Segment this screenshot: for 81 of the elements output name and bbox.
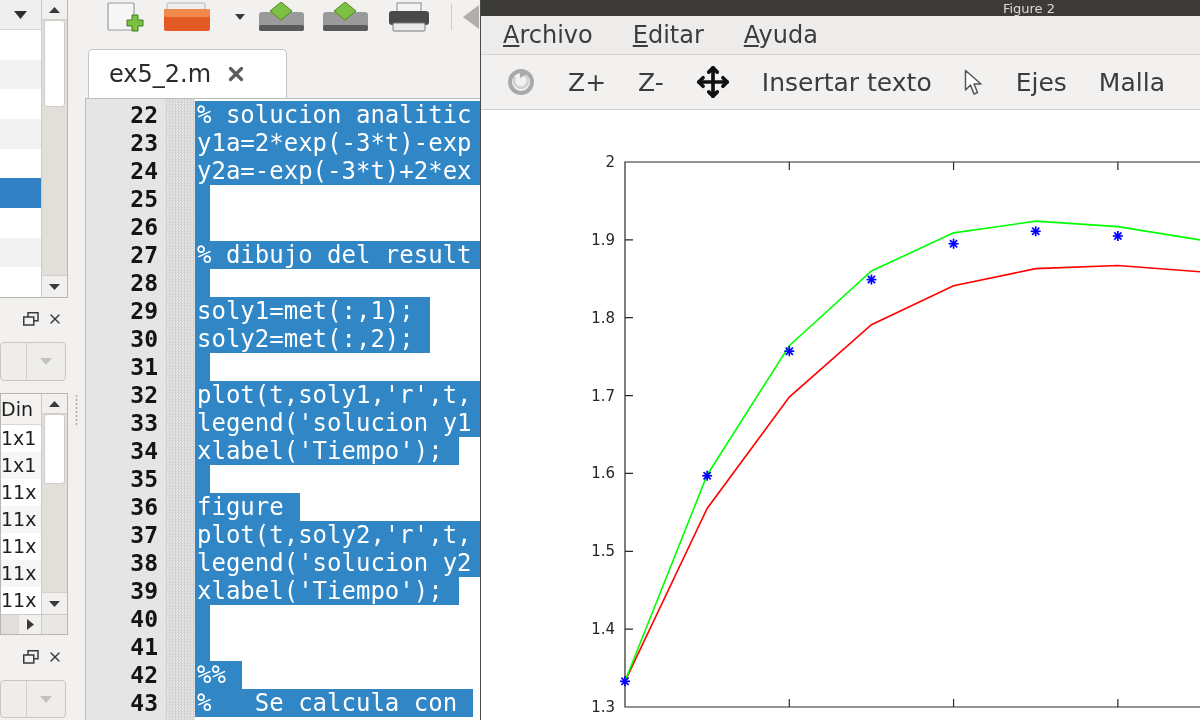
- line-number: 24: [130, 157, 158, 185]
- line-number: 23: [130, 129, 158, 157]
- line-number: 35: [130, 465, 158, 493]
- scroll-down-button[interactable]: [42, 275, 67, 297]
- line-number: 38: [130, 549, 158, 577]
- menu-item[interactable]: Archivo: [488, 23, 608, 47]
- move-icon[interactable]: [695, 65, 730, 99]
- line-number: 36: [130, 493, 158, 521]
- toolbar-button[interactable]: Ejes: [999, 69, 1083, 95]
- caret-down-icon: [49, 600, 60, 607]
- grip-icon[interactable]: [75, 395, 78, 425]
- caret-down-icon: [49, 283, 60, 290]
- toolbar-button[interactable]: Malla: [1082, 69, 1181, 95]
- table-cell: 1x1: [1, 429, 37, 448]
- line-number: 31: [130, 353, 158, 381]
- sort-caret-icon: [14, 10, 27, 19]
- tick-label: 1.8: [591, 308, 615, 327]
- dropdown-field[interactable]: [0, 680, 66, 718]
- table-cell: 11x: [1, 510, 37, 529]
- caret-right-icon: [26, 619, 34, 630]
- tick-label: 1.5: [591, 542, 615, 561]
- window-title: Figure 2: [1002, 1, 1055, 15]
- table-cell: 1x1: [1, 456, 37, 475]
- table-cell: 11x: [1, 591, 37, 610]
- scrollbar-thumb[interactable]: [44, 414, 65, 484]
- table-cell: 11x: [1, 483, 37, 502]
- line-number: 28: [130, 269, 158, 297]
- line-number: 33: [130, 409, 158, 437]
- tick-label: 2: [605, 153, 615, 171]
- line-number: 32: [130, 381, 158, 409]
- line-number: 27: [130, 241, 158, 269]
- toolbar-button[interactable]: Insertar texto: [745, 69, 948, 95]
- printer-icon[interactable]: [388, 2, 430, 32]
- dropdown-field[interactable]: [0, 342, 66, 381]
- tick-label: 1.9: [591, 230, 615, 249]
- line-number: 40: [130, 605, 158, 633]
- line-number: 25: [130, 185, 158, 213]
- menu-item[interactable]: Ayuda: [728, 23, 833, 47]
- scroll-down-button[interactable]: [42, 592, 67, 614]
- line-number: 37: [130, 521, 158, 549]
- line-number: 30: [130, 325, 158, 353]
- scrollbar-thumb[interactable]: [44, 20, 65, 107]
- editor-tab[interactable]: ex5_2.m: [88, 49, 287, 98]
- caret-down-icon: [40, 358, 52, 365]
- toolbar-button[interactable]: Z-: [622, 69, 680, 95]
- caret-down-icon: [235, 14, 245, 20]
- tick-label: 1.4: [591, 620, 615, 639]
- line-number: 34: [130, 437, 158, 465]
- tick-label: 1.3: [591, 698, 615, 716]
- line-number: 29: [130, 297, 158, 325]
- line-number: 41: [130, 633, 158, 661]
- restore-window-icon[interactable]: [23, 312, 39, 326]
- scroll-up-button[interactable]: [42, 394, 67, 414]
- save-icon[interactable]: [322, 2, 369, 32]
- caret-up-icon: [49, 6, 60, 13]
- menu-item[interactable]: Editar: [617, 23, 719, 47]
- caret-up-icon: [49, 400, 60, 407]
- toolbar-button[interactable]: Z+: [552, 69, 623, 95]
- scrollbar[interactable]: [41, 0, 67, 297]
- pointer-icon[interactable]: [963, 68, 984, 96]
- new-file-icon[interactable]: [105, 2, 145, 32]
- line-number: 26: [130, 213, 158, 241]
- column-header[interactable]: Din: [1, 394, 41, 425]
- table-cell: 11x: [1, 537, 37, 556]
- table-cell: 11x: [1, 564, 37, 583]
- restore-window-icon[interactable]: [23, 649, 39, 664]
- scrollbar[interactable]: [1, 615, 41, 634]
- scroll-up-button[interactable]: [42, 0, 67, 20]
- save-icon[interactable]: [258, 2, 305, 32]
- line-number: 43: [130, 689, 158, 717]
- scroll-right-button[interactable]: [19, 615, 41, 634]
- caret-down-icon: [40, 695, 52, 703]
- line-number: 42: [130, 661, 158, 689]
- line-number: 39: [130, 577, 158, 605]
- tick-label: 1.7: [591, 386, 615, 405]
- tick-label: 1.6: [591, 464, 615, 483]
- folder-icon[interactable]: [163, 2, 211, 32]
- selected-row[interactable]: [0, 178, 41, 209]
- line-number: 22: [130, 101, 158, 129]
- column-header[interactable]: [0, 0, 41, 30]
- scrollbar[interactable]: [41, 394, 67, 614]
